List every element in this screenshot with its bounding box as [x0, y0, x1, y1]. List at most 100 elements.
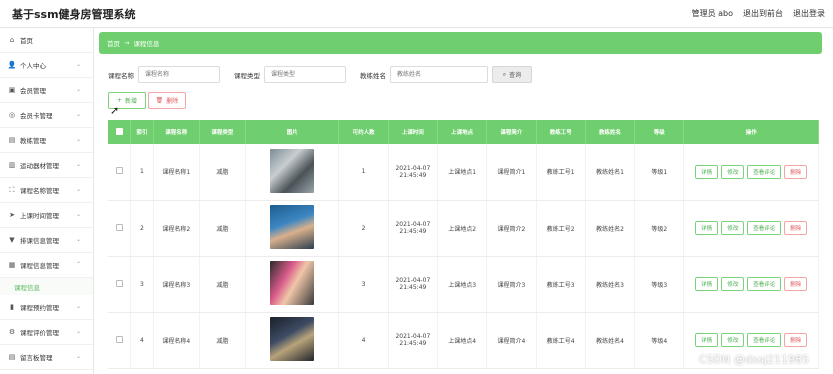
user-icon: 👤 [7, 61, 17, 69]
coach-name-label: 教练姓名 [360, 71, 386, 80]
course-type-label: 课程类型 [234, 71, 260, 80]
col-header: 教练姓名 [585, 120, 636, 144]
delete-button[interactable]: 删除 [784, 221, 808, 235]
table-row: 1 课程名称1 减脂 1 2021-04-07 21:45:49 上课地点1 课… [108, 144, 819, 201]
sidebar-item-messages[interactable]: ▤ 留言板管理 ⌄ [0, 345, 93, 370]
sidebar-item-schedule[interactable]: ▼ 排课信息管理 ⌄ [0, 228, 93, 253]
cell-name: 课程名称2 [153, 200, 200, 257]
sidebar-item-members[interactable]: ▣ 会员管理 ⌄ [0, 78, 93, 103]
cell-name: 课程名称1 [153, 144, 200, 201]
sidebar-item-profile[interactable]: 👤 个人中心 ⌄ [0, 53, 93, 78]
view-reviews-button[interactable]: 查看评论 [747, 277, 782, 291]
edit-button[interactable]: 修改 [721, 333, 745, 347]
sidebar-item-course-info[interactable]: ▦ 课程信息管理 ⌃ [0, 253, 93, 278]
exit-to-front-link[interactable]: 退出到前台 [743, 8, 783, 19]
equipment-icon: ▥ [8, 161, 16, 169]
sidebar-item-coaches[interactable]: ▤ 教练管理 ⌄ [0, 128, 93, 153]
cell-coach-id: 教练工号2 [536, 200, 586, 257]
col-header: 操作 [683, 120, 819, 144]
sidebar-item-bookings[interactable]: ▮ 课程预约管理 ⌄ [0, 295, 93, 320]
chevron-down-icon: ⌄ [75, 353, 81, 360]
col-header: 教练工号 [536, 120, 586, 144]
cell-level: 等级1 [634, 144, 685, 201]
sidebar-item-home[interactable]: ⌂ 首页 [0, 28, 93, 53]
cell-coach-name: 教练姓名3 [585, 256, 636, 313]
logout-link[interactable]: 退出登录 [793, 8, 825, 19]
row-actions: 详情 修改 查看评论 删除 [684, 277, 818, 291]
delete-button[interactable]: 删除 [784, 277, 808, 291]
sidebar-item-equipment[interactable]: ▥ 运动器材管理 ⌄ [0, 153, 93, 178]
chevron-down-icon: ⌄ [75, 136, 81, 143]
batch-delete-button[interactable]: 🗑 删除 [148, 92, 186, 109]
table-row: 3 课程名称3 减脂 3 2021-04-07 21:45:49 上课地点3 课… [108, 256, 819, 313]
sidebar-item-course-names[interactable]: ⛶ 课程名称管理 ⌄ [0, 178, 93, 203]
chevron-down-icon: ⌄ [75, 303, 81, 310]
cell-type: 减脂 [199, 256, 247, 313]
breadcrumb: 首页 → 课程信息 [99, 32, 822, 54]
chevron-down-icon: ⌄ [75, 328, 81, 335]
chevron-down-icon: ⌄ [75, 186, 81, 193]
cell-index: 4 [130, 312, 154, 369]
cell-index: 3 [130, 256, 154, 313]
delete-button[interactable]: 删除 [784, 164, 808, 179]
sidebar-item-reviews[interactable]: ⚙ 课程评价管理 ⌄ [0, 320, 93, 345]
select-all-checkbox[interactable] [115, 127, 123, 135]
cell-place: 上课地点3 [437, 256, 488, 313]
course-name-input[interactable] [138, 66, 220, 83]
edit-button[interactable]: 修改 [721, 221, 745, 235]
col-header: 上课地点 [437, 120, 488, 144]
row-checkbox[interactable] [115, 335, 123, 343]
course-type-input[interactable] [264, 66, 346, 83]
table-row: 2 课程名称2 减脂 2 2021-04-07 21:45:49 上课地点2 课… [108, 200, 819, 257]
app-title: 基于ssm健身房管理系统 [12, 8, 136, 21]
row-checkbox[interactable] [115, 279, 123, 287]
chevron-down-icon: ⌄ [75, 236, 81, 243]
row-actions: 详情 修改 查看评论 删除 [684, 333, 818, 347]
sidebar-item-class-times[interactable]: ➤ 上课时间管理 ⌄ [0, 203, 93, 228]
row-actions: 详情 修改 查看评论 删除 [684, 221, 818, 235]
detail-button[interactable]: 详情 [695, 221, 719, 235]
col-header: 课程类型 [199, 120, 247, 144]
row-checkbox[interactable] [115, 223, 123, 231]
cell-type: 减脂 [199, 200, 247, 257]
select-all-cell[interactable] [108, 120, 132, 144]
coach-name-input[interactable] [390, 66, 488, 83]
table-header-row: 索引 课程名称 课程类型 图片 可约人数 上课时间 上课地点 课程简介 教练工号… [108, 120, 819, 144]
search-button[interactable]: ⌕ 查询 [492, 66, 532, 83]
col-header: 索引 [130, 120, 154, 144]
edit-button[interactable]: 修改 [721, 277, 745, 291]
mouse-cursor-icon: ➚ [110, 104, 120, 117]
view-reviews-button[interactable]: 查看评论 [747, 164, 782, 179]
action-bar: + 新增 🗑 删除 [108, 92, 186, 109]
admin-label: 管理员 abo [691, 9, 733, 18]
cell-intro: 课程简介2 [486, 200, 537, 257]
view-reviews-button[interactable]: 查看评论 [747, 221, 782, 235]
cell-place: 上课地点4 [437, 312, 488, 369]
view-reviews-button[interactable]: 查看评论 [747, 333, 782, 347]
cell-coach-name: 教练姓名4 [585, 312, 636, 369]
col-header: 等级 [634, 120, 685, 144]
edit-button[interactable]: 修改 [721, 164, 745, 179]
breadcrumb-home[interactable]: 首页 [107, 38, 120, 48]
cell-intro: 课程简介3 [486, 256, 537, 313]
cell-level: 等级4 [634, 312, 685, 369]
detail-button[interactable]: 详情 [695, 277, 719, 291]
time-icon: ➤ [9, 211, 15, 219]
cell-intro: 课程简介1 [486, 144, 537, 201]
schedule-icon: ▼ [9, 236, 15, 244]
sidebar-item-member-cards[interactable]: ◎ 会员卡管理 ⌄ [0, 103, 93, 128]
detail-button[interactable]: 详情 [695, 164, 719, 179]
row-checkbox[interactable] [115, 167, 123, 175]
plus-icon: + [116, 97, 122, 104]
cell-time: 2021-04-07 21:45:49 [388, 144, 439, 201]
delete-button[interactable]: 删除 [784, 333, 808, 347]
cell-place: 上课地点1 [437, 144, 488, 201]
course-image [270, 317, 315, 361]
breadcrumb-current: 课程信息 [133, 40, 160, 48]
chevron-down-icon: ⌄ [75, 61, 81, 68]
sidebar-subitem-course-info[interactable]: 课程信息 [0, 278, 93, 295]
detail-button[interactable]: 详情 [695, 333, 719, 347]
cell-name: 课程名称4 [153, 312, 200, 369]
cell-level: 等级3 [634, 256, 685, 313]
search-bar: 课程名称 课程类型 教练姓名 ⌕查询 [108, 66, 532, 83]
